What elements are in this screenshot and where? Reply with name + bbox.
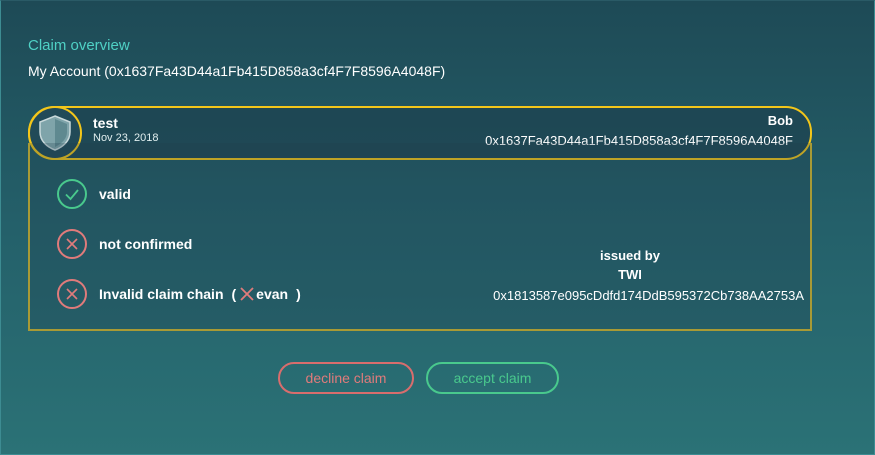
claim-dialog: Claim overview My Account (0x1637Fa43D44… bbox=[0, 0, 875, 455]
chain-open-paren: ( bbox=[231, 286, 237, 302]
claim-topic: test bbox=[93, 115, 118, 131]
claim-chain: ( evan ) bbox=[232, 286, 301, 302]
decline-claim-button[interactable]: decline claim bbox=[278, 362, 414, 394]
issuer-name: TWI bbox=[618, 267, 642, 282]
check-row-claim-chain: Invalid claim chain ( evan ) bbox=[57, 279, 301, 309]
account-label: My Account (0x1637Fa43D44a1Fb415D858a3cf… bbox=[28, 63, 446, 79]
page-title: Claim overview bbox=[28, 37, 130, 54]
claim-details: valid not confirmed Invalid claim chain … bbox=[28, 143, 812, 331]
chain-entry[interactable]: evan bbox=[256, 286, 288, 302]
x-icon bbox=[57, 229, 87, 259]
chain-close-paren: ) bbox=[296, 286, 301, 302]
x-icon bbox=[57, 279, 87, 309]
subject-name: Bob bbox=[767, 113, 793, 128]
check-row-not-confirmed: not confirmed bbox=[57, 229, 192, 259]
check-label: not confirmed bbox=[99, 236, 193, 252]
check-row-valid: valid bbox=[57, 179, 131, 209]
check-label: Invalid claim chain bbox=[99, 286, 224, 302]
accept-claim-button[interactable]: accept claim bbox=[426, 362, 559, 394]
issuer-address: 0x1813587e095cDdfd174DdB595372Cb738AA275… bbox=[493, 288, 804, 303]
x-icon bbox=[240, 287, 254, 301]
check-label: valid bbox=[99, 186, 131, 202]
issued-by-label: issued by bbox=[600, 248, 660, 263]
issuer-block: issued by TWI bbox=[455, 248, 805, 282]
check-icon bbox=[57, 179, 87, 209]
